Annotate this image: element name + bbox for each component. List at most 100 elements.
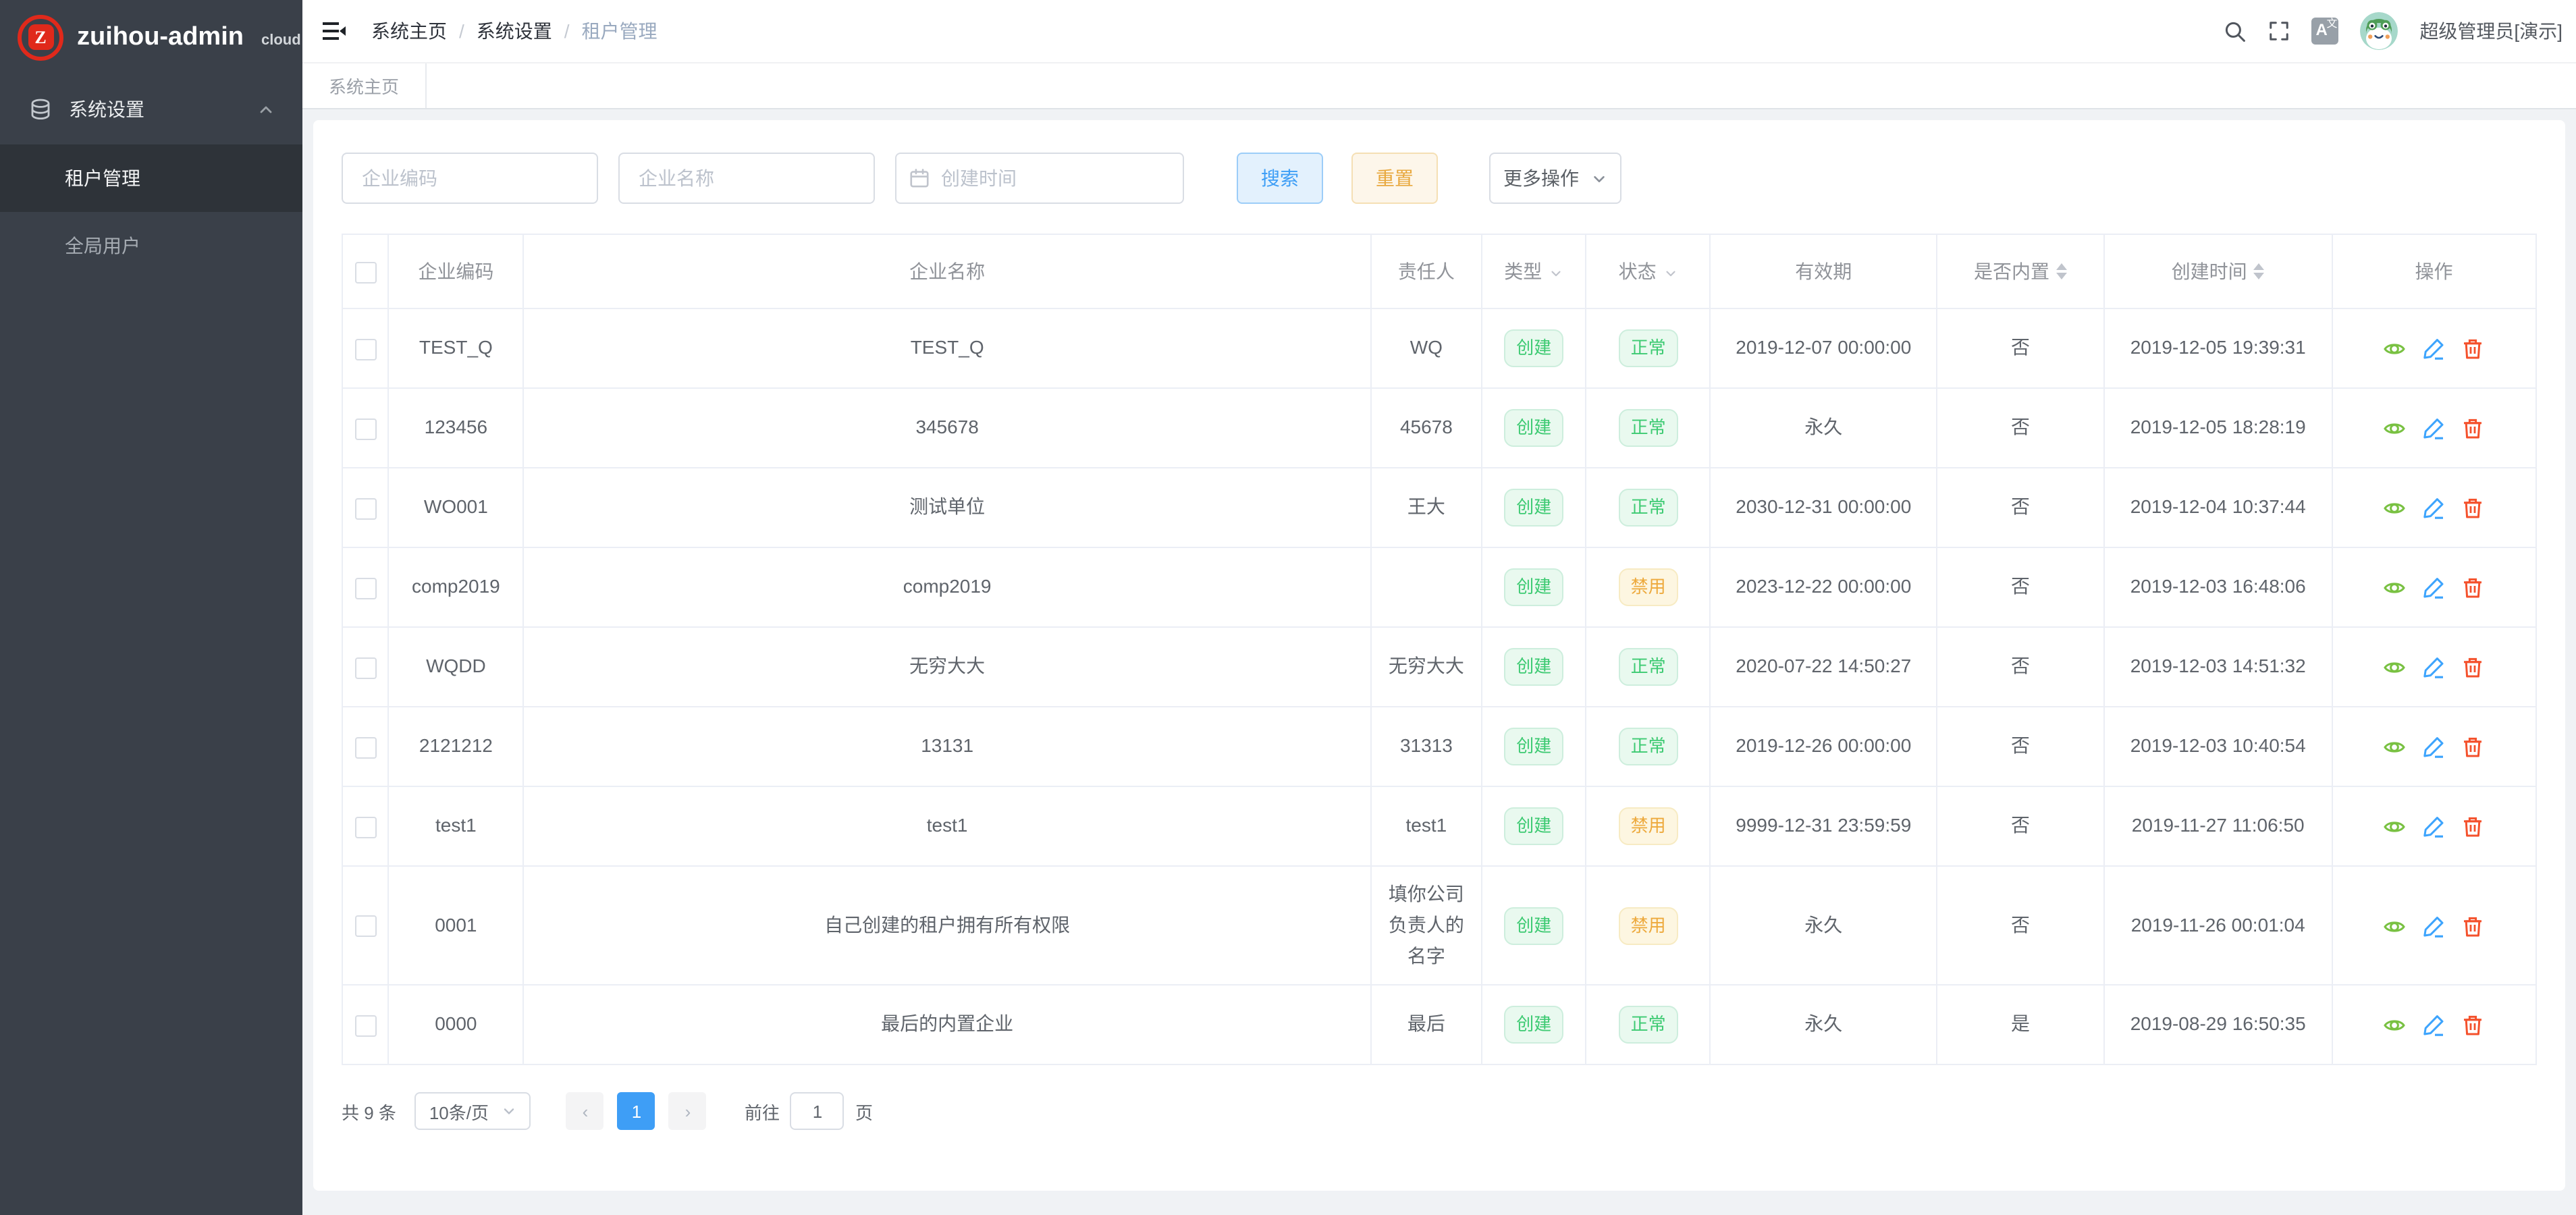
cell-validity: 永久 [1711, 388, 1937, 468]
app-logo: Z zuihou-admin cloud [0, 0, 302, 74]
sort-icon[interactable] [2056, 263, 2067, 279]
enterprise-code-input[interactable] [342, 153, 598, 204]
cell-owner: 最后 [1371, 985, 1482, 1064]
pencil-icon[interactable] [2423, 816, 2446, 839]
breadcrumb-system-settings[interactable]: 系统设置 [477, 18, 552, 45]
eye-icon[interactable] [2384, 915, 2407, 938]
cell-enterprise-code: 0000 [388, 985, 523, 1064]
row-checkbox[interactable] [354, 916, 376, 938]
pencil-icon[interactable] [2423, 915, 2446, 938]
eye-icon[interactable] [2384, 736, 2407, 759]
cell-owner: 无穷大大 [1371, 627, 1482, 707]
select-all-checkbox[interactable] [354, 261, 376, 283]
trash-icon[interactable] [2462, 736, 2485, 759]
language-icon[interactable]: A 文 [2311, 18, 2338, 45]
type-badge: 创建 [1504, 409, 1563, 447]
eye-icon[interactable] [2384, 1015, 2407, 1037]
eye-icon[interactable] [2384, 816, 2407, 839]
logo-icon: Z [18, 14, 63, 60]
fullscreen-icon[interactable] [2268, 20, 2290, 42]
eye-icon[interactable] [2384, 497, 2407, 520]
col-builtin[interactable]: 是否内置 [1937, 234, 2105, 308]
row-checkbox[interactable] [354, 817, 376, 838]
sidebar-item-global-users[interactable]: 全局用户 [0, 212, 302, 279]
trash-icon[interactable] [2462, 1015, 2485, 1037]
row-checkbox[interactable] [354, 418, 376, 440]
row-checkbox[interactable] [354, 498, 376, 520]
row-checkbox[interactable] [354, 657, 376, 679]
collapse-menu-icon[interactable] [321, 20, 347, 42]
search-button[interactable]: 搜索 [1237, 153, 1323, 204]
eye-icon[interactable] [2384, 418, 2407, 441]
eye-icon[interactable] [2384, 338, 2407, 361]
cell-validity: 9999-12-31 23:59:59 [1711, 786, 1937, 866]
col-enterprise-name: 企业名称 [524, 234, 1371, 308]
row-checkbox[interactable] [354, 1015, 376, 1037]
status-badge: 禁用 [1619, 807, 1678, 845]
sort-icon[interactable] [2254, 263, 2265, 279]
trash-icon[interactable] [2462, 418, 2485, 441]
pencil-icon[interactable] [2423, 497, 2446, 520]
trash-icon[interactable] [2462, 657, 2485, 680]
cell-enterprise-code: 123456 [388, 388, 523, 468]
cell-enterprise-code: comp2019 [388, 547, 523, 627]
col-type[interactable]: 类型 [1482, 234, 1586, 308]
cell-created-time: 2019-12-05 19:39:31 [2104, 308, 2332, 388]
cell-builtin: 否 [1937, 627, 2105, 707]
table-row: comp2019comp2019创建禁用2023-12-22 00:00:00否… [342, 547, 2536, 627]
cell-enterprise-name: 345678 [524, 388, 1371, 468]
next-page-button[interactable]: › [669, 1092, 707, 1130]
cell-created-time: 2019-12-05 18:28:19 [2104, 388, 2332, 468]
row-checkbox[interactable] [354, 339, 376, 360]
trash-icon[interactable] [2462, 577, 2485, 600]
status-badge: 正常 [1619, 648, 1678, 686]
filter-chevron-icon[interactable] [1663, 265, 1678, 280]
pencil-icon[interactable] [2423, 736, 2446, 759]
type-badge: 创建 [1504, 1006, 1563, 1044]
reset-button[interactable]: 重置 [1351, 153, 1438, 204]
table-row: TEST_QTEST_QWQ创建正常2019-12-07 00:00:00否20… [342, 308, 2536, 388]
page-number-active[interactable]: 1 [618, 1092, 655, 1130]
pencil-icon[interactable] [2423, 338, 2446, 361]
pencil-icon[interactable] [2423, 1015, 2446, 1037]
goto-page-input[interactable] [790, 1092, 844, 1130]
cell-enterprise-code: test1 [388, 786, 523, 866]
avatar[interactable] [2360, 12, 2398, 50]
col-status[interactable]: 状态 [1586, 234, 1710, 308]
pencil-icon[interactable] [2423, 577, 2446, 600]
filter-chevron-icon[interactable] [1549, 265, 1563, 280]
breadcrumb-home[interactable]: 系统主页 [371, 18, 447, 45]
pencil-icon[interactable] [2423, 657, 2446, 680]
main-content: 搜索 重置 更多操作 企业编码 [302, 109, 2576, 1215]
row-checkbox[interactable] [354, 737, 376, 759]
sidebar: Z zuihou-admin cloud 系统设置 租户管理 全局用户 [0, 0, 302, 1215]
trash-icon[interactable] [2462, 915, 2485, 938]
prev-page-button[interactable]: ‹ [566, 1092, 604, 1130]
tab-system-home[interactable]: 系统主页 [302, 63, 427, 108]
table-row: 0001自己创建的租户拥有所有权限填你公司负责人的名字创建禁用永久否2019-1… [342, 866, 2536, 985]
eye-icon[interactable] [2384, 657, 2407, 680]
type-badge: 创建 [1504, 907, 1563, 944]
page-size-select[interactable]: 10条/页 [415, 1092, 531, 1130]
search-icon[interactable] [2224, 20, 2247, 43]
created-time-input[interactable] [895, 153, 1184, 204]
cell-owner: 31313 [1371, 707, 1482, 786]
sidebar-group-system-settings[interactable]: 系统设置 [0, 74, 302, 144]
goto-label: 前往 [745, 1098, 780, 1124]
more-actions-button[interactable]: 更多操作 [1489, 153, 1621, 204]
chevron-up-icon [257, 100, 275, 119]
enterprise-name-input[interactable] [618, 153, 875, 204]
trash-icon[interactable] [2462, 816, 2485, 839]
col-validity: 有效期 [1711, 234, 1937, 308]
col-created-time[interactable]: 创建时间 [2104, 234, 2332, 308]
cell-builtin: 否 [1937, 786, 2105, 866]
eye-icon[interactable] [2384, 577, 2407, 600]
cell-created-time: 2019-12-03 14:51:32 [2104, 627, 2332, 707]
row-checkbox[interactable] [354, 578, 376, 599]
trash-icon[interactable] [2462, 338, 2485, 361]
username[interactable]: 超级管理员[演示] [2419, 18, 2562, 45]
pencil-icon[interactable] [2423, 418, 2446, 441]
cell-builtin: 否 [1937, 707, 2105, 786]
sidebar-item-tenant-management[interactable]: 租户管理 [0, 144, 302, 212]
trash-icon[interactable] [2462, 497, 2485, 520]
